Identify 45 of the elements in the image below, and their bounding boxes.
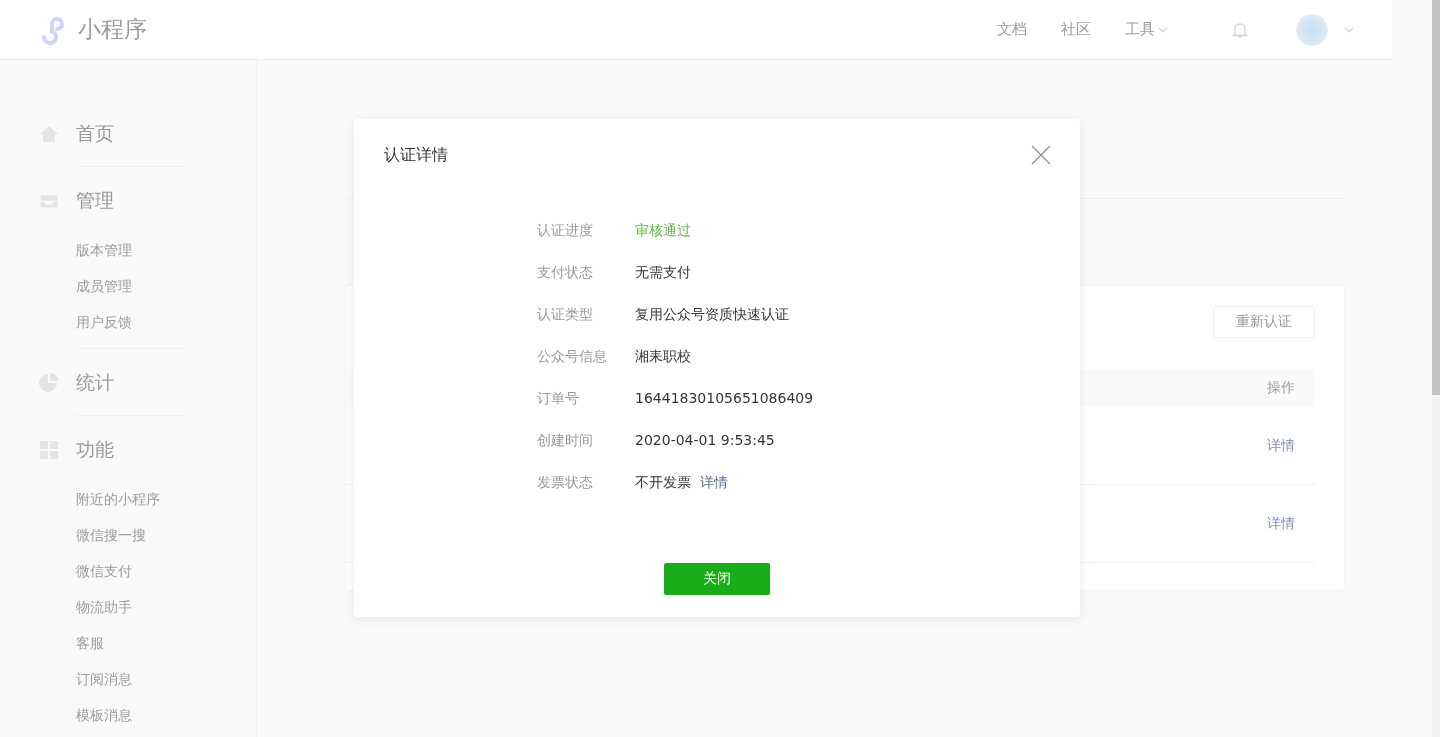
close-icon[interactable] (1031, 145, 1051, 165)
chevron-down-icon (1158, 25, 1168, 34)
field-label: 创建时间 (537, 431, 594, 450)
sidebar-item[interactable]: 微信支付 (0, 553, 256, 589)
field-value: 16441830105651086409 (635, 389, 814, 408)
field-label: 认证类型 (537, 305, 594, 324)
details-link[interactable]: 详情 (1267, 514, 1295, 533)
sidebar-item[interactable]: 用户反馈 (0, 304, 256, 340)
field-label: 发票状态 (537, 473, 594, 492)
logo-text: 小程序 (78, 15, 147, 44)
sidebar-section[interactable]: 管理 (76, 188, 114, 214)
status-value: 审核通过 (635, 221, 691, 240)
sidebar-section[interactable]: 统计 (76, 370, 114, 396)
field-value: 无需支付 (635, 263, 691, 282)
sidebar-item[interactable]: 微信搜一搜 (0, 517, 256, 553)
field-label: 公众号信息 (537, 347, 608, 366)
field-value: 不开发票 (635, 473, 691, 492)
bell-icon[interactable] (1232, 20, 1248, 39)
sidebar-section[interactable]: 首页 (76, 121, 114, 147)
sidebar-item[interactable]: 物流助手 (0, 589, 256, 625)
field-value: 湘耒职校 (635, 347, 691, 366)
avatar[interactable] (1296, 13, 1328, 46)
details-link[interactable]: 详情 (700, 461, 728, 503)
sidebar-item[interactable]: 客服 (0, 625, 256, 661)
nav-link[interactable]: 文档 (997, 20, 1027, 39)
sidebar-item[interactable]: 附近的小程序 (0, 481, 256, 517)
nav-dropdown[interactable]: 工具 (1125, 20, 1168, 39)
field-label: 认证进度 (537, 221, 594, 240)
field-value: 复用公众号资质快速认证 (635, 305, 789, 324)
sidebar-item[interactable]: 成员管理 (0, 268, 256, 304)
recertify-button[interactable]: 重新认证 (1213, 306, 1315, 338)
scrollbar[interactable] (1432, 0, 1440, 737)
sidebar-item[interactable]: 订阅消息 (0, 661, 256, 697)
sidebar-section[interactable]: 功能 (76, 437, 114, 463)
nav-link[interactable]: 社区 (1061, 20, 1091, 39)
details-link[interactable]: 详情 (1267, 436, 1295, 455)
field-value: 2020-04-01 9:53:45 (635, 431, 775, 450)
sidebar-item[interactable]: 模板消息 (0, 697, 256, 733)
column-header: 操作 (1267, 379, 1295, 397)
modal-title: 认证详情 (384, 144, 448, 166)
field-label: 支付状态 (537, 263, 594, 282)
close-button[interactable]: 关闭 (664, 563, 770, 595)
chevron-down-icon[interactable] (1344, 25, 1354, 34)
field-label: 订单号 (537, 389, 580, 408)
sidebar-item[interactable]: 版本管理 (0, 232, 256, 268)
